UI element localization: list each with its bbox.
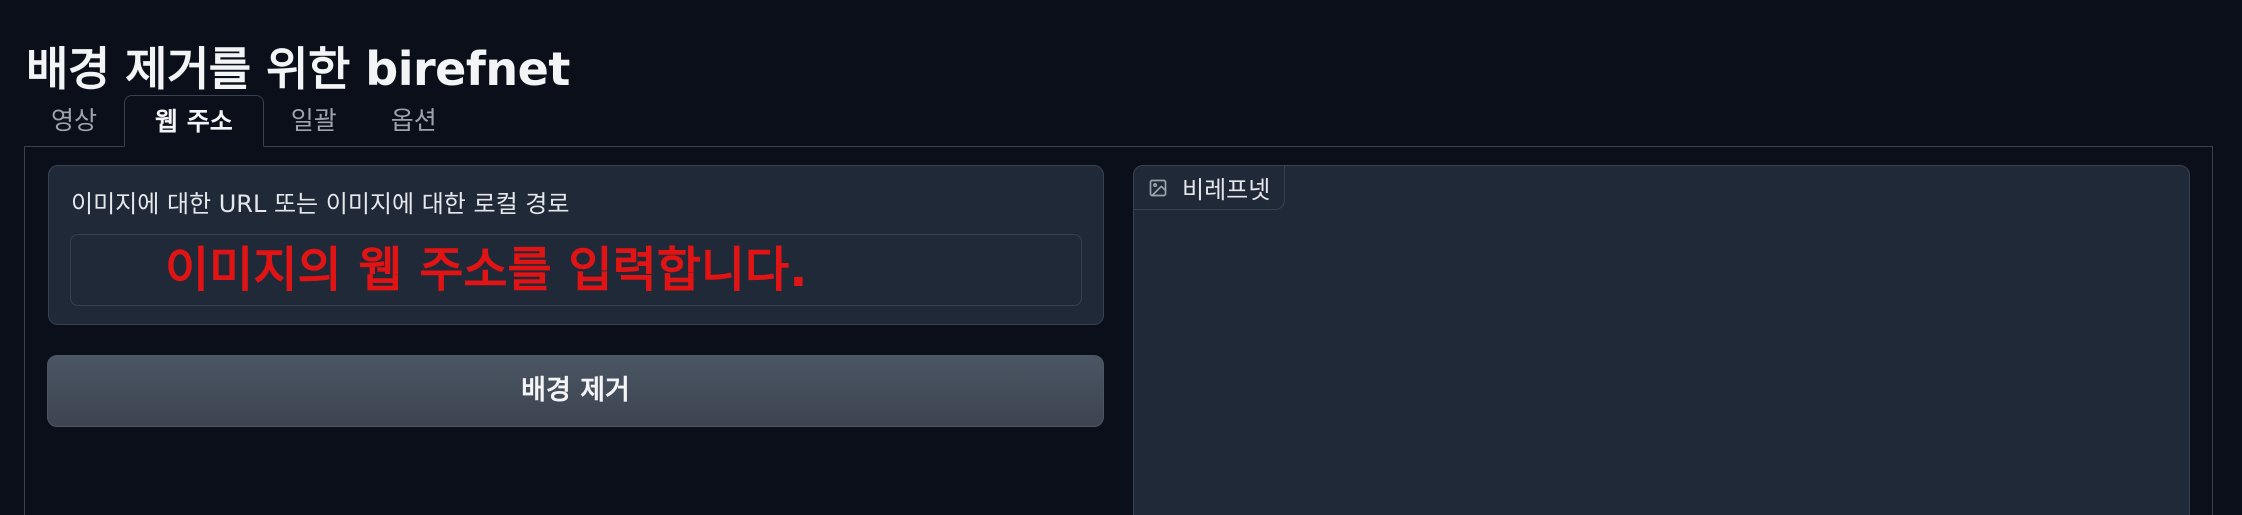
tab-video[interactable]: 영상 — [24, 95, 124, 147]
app-root: 배경 제거를 위한 birefnet 영상 웹 주소 일괄 옵션 이미지에 대한… — [0, 0, 2242, 515]
tab-web-address[interactable]: 웹 주소 — [124, 95, 264, 147]
tab-options[interactable]: 옵션 — [364, 95, 464, 147]
image-icon — [1148, 178, 1168, 198]
page-title: 배경 제거를 위한 birefnet — [26, 41, 570, 96]
output-image-label-text: 비레프넷 — [1182, 176, 1271, 204]
tab-bar: 영상 웹 주소 일괄 옵션 — [24, 95, 464, 147]
tab-batch[interactable]: 일괄 — [264, 95, 364, 147]
output-image-block: 비레프넷 — [1133, 165, 2190, 515]
remove-background-button[interactable]: 배경 제거 — [47, 355, 1104, 427]
url-input-block: 이미지에 대한 URL 또는 이미지에 대한 로컬 경로 — [48, 165, 1104, 325]
output-image-label: 비레프넷 — [1134, 166, 1286, 210]
url-input-label: 이미지에 대한 URL 또는 이미지에 대한 로컬 경로 — [71, 190, 570, 218]
url-input[interactable] — [70, 234, 1082, 306]
